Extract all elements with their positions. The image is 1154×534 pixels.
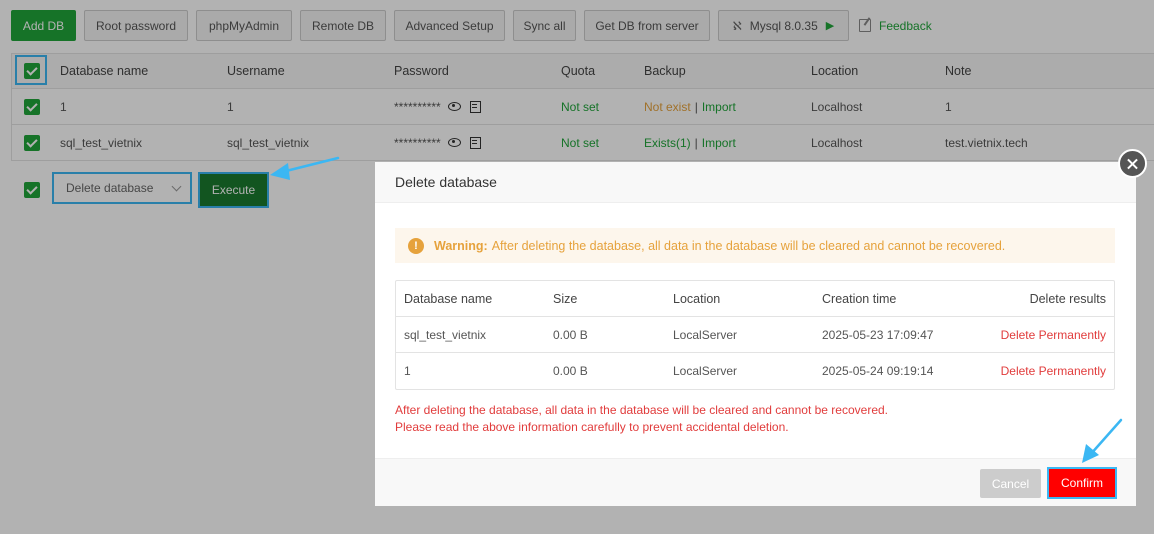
dialog-title: Delete database: [375, 162, 1136, 203]
delete-db-name: sql_test_vietnix: [404, 327, 487, 342]
delete-list-table: Database name Size Location Creation tim…: [395, 280, 1115, 390]
dialog-footer: Cancel Confirm: [375, 458, 1136, 506]
deletion-notice: After deleting the database, all data in…: [395, 402, 888, 436]
delete-result: Delete Permanently: [1000, 364, 1106, 378]
delete-db-location: LocalServer: [673, 364, 738, 378]
notice-line-1: After deleting the database, all data in…: [395, 403, 889, 417]
col-creation-time: Creation time: [822, 291, 897, 306]
confirm-button[interactable]: Confirm: [1047, 467, 1117, 499]
delete-database-dialog: Delete database ! Warning: After deletin…: [375, 162, 1136, 506]
col-database-name: Database name: [404, 291, 493, 306]
delete-db-size: 0.00 B: [553, 364, 588, 378]
delete-db-created: 2025-05-24 09:19:14: [822, 364, 934, 378]
notice-line-2: Please read the above information carefu…: [395, 420, 789, 434]
col-size: Size: [553, 291, 578, 306]
delete-db-location: LocalServer: [673, 327, 738, 342]
warning-text: After deleting the database, all data in…: [491, 238, 1006, 253]
delete-table-row: 1 0.00 B LocalServer 2025-05-24 09:19:14…: [396, 353, 1114, 389]
delete-table-header: Database name Size Location Creation tim…: [396, 281, 1114, 317]
close-icon[interactable]: [1118, 149, 1147, 178]
delete-db-created: 2025-05-23 17:09:47: [822, 327, 934, 342]
delete-table-row: sql_test_vietnix 0.00 B LocalServer 2025…: [396, 317, 1114, 353]
delete-db-size: 0.00 B: [553, 327, 588, 342]
warning-banner: ! Warning: After deleting the database, …: [395, 228, 1115, 263]
col-location: Location: [673, 291, 721, 306]
delete-result: Delete Permanently: [1000, 327, 1106, 342]
warning-label: Warning:: [434, 238, 488, 253]
col-delete-results: Delete results: [1029, 291, 1106, 306]
cancel-button[interactable]: Cancel: [980, 469, 1041, 498]
warning-icon: !: [408, 237, 424, 254]
delete-db-name: 1: [404, 364, 411, 378]
